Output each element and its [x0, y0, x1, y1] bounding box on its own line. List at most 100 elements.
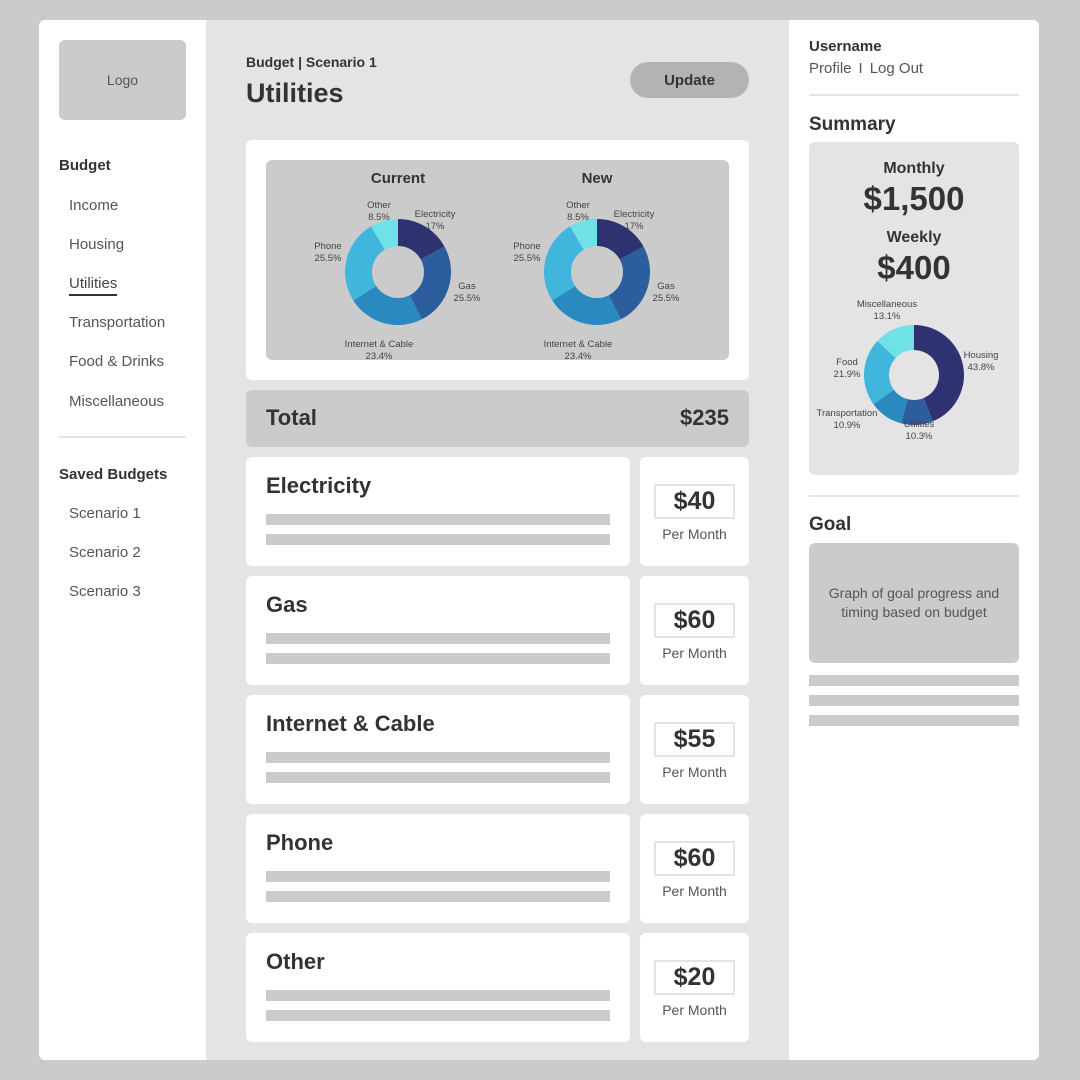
- amount-card: $60 Per Month: [640, 576, 749, 685]
- sidebar-item-scenario-2[interactable]: Scenario 2: [69, 544, 141, 561]
- amount-card: $60 Per Month: [640, 814, 749, 923]
- slice-value-transportation: 10.9%: [834, 420, 861, 431]
- sidebar-item-food-drinks[interactable]: Food & Drinks: [69, 353, 164, 370]
- placeholder-line: [266, 871, 610, 882]
- slice-label-food: Food: [836, 357, 858, 368]
- placeholder-line: [266, 772, 610, 783]
- sidebar-item-miscellaneous[interactable]: Miscellaneous: [69, 393, 164, 410]
- slice-label-transportation: Transportation: [817, 408, 878, 419]
- placeholder-line: [266, 653, 610, 664]
- expense-row-other: Other $20 Per Month: [246, 933, 749, 1042]
- expense-card[interactable]: Electricity: [246, 457, 630, 566]
- placeholder-line: [266, 990, 610, 1001]
- sidebar-item-income[interactable]: Income: [69, 197, 118, 214]
- slice-value-electricity: 17%: [425, 221, 445, 232]
- monthly-label: Monthly: [883, 160, 945, 177]
- comparison-chart-panel: Current Electricity 17% Gas 25.5% Internet & …: [266, 160, 729, 360]
- breadcrumb: Budget | Scenario 1: [246, 54, 377, 70]
- summary-title: Summary: [809, 114, 896, 135]
- slice-value-food: 21.9%: [834, 369, 861, 380]
- placeholder-line: [809, 695, 1019, 706]
- expense-name: Gas: [266, 592, 308, 617]
- sidebar-item-housing[interactable]: Housing: [69, 236, 124, 253]
- sidebar-item-scenario-3[interactable]: Scenario 3: [69, 583, 141, 600]
- slice-value-internet-cable: 23.4%: [565, 351, 592, 360]
- slice-label-internet-cable: Internet & Cable: [544, 339, 613, 350]
- placeholder-line: [266, 534, 610, 545]
- right-panel: Username Profile I Log Out Summary Monthly…: [789, 20, 1039, 1060]
- slice-value-electricity: 17%: [624, 221, 644, 232]
- app-frame: Logo Budget Income Housing Utilities Tra…: [39, 20, 1039, 1060]
- chart-title-current: Current: [371, 170, 425, 187]
- slice-label-internet-cable: Internet & Cable: [345, 339, 414, 350]
- amount-card: $20 Per Month: [640, 933, 749, 1042]
- slice-label-electricity: Electricity: [415, 209, 456, 220]
- summary-donut-chart: Housing43.8% Utilities10.3% Transportation…: [817, 299, 999, 442]
- total-label: Total: [266, 405, 317, 430]
- expense-name: Other: [266, 949, 325, 974]
- expense-card[interactable]: Gas: [246, 576, 630, 685]
- weekly-value: $400: [877, 249, 951, 286]
- slice-value-housing: 43.8%: [968, 362, 995, 373]
- sidebar-divider: [59, 436, 186, 438]
- slice-value-internet-cable: 23.4%: [366, 351, 393, 360]
- slice-value-gas: 25.5%: [454, 293, 481, 304]
- amount-input[interactable]: $40: [654, 484, 735, 519]
- main-content: Budget | Scenario 1 Utilities Update Cur…: [206, 20, 789, 1060]
- expense-card[interactable]: Internet & Cable: [246, 695, 630, 804]
- budget-heading: Budget: [59, 157, 111, 174]
- amount-card: $40 Per Month: [640, 457, 749, 566]
- amount-input[interactable]: $55: [654, 722, 735, 757]
- expense-card[interactable]: Other: [246, 933, 630, 1042]
- slice-value-other: 8.5%: [567, 212, 589, 223]
- goal-title: Goal: [809, 514, 852, 535]
- right-divider: [809, 495, 1019, 497]
- weekly-label: Weekly: [886, 229, 942, 246]
- slice-label-housing: Housing: [964, 350, 999, 361]
- sidebar-item-transportation[interactable]: Transportation: [69, 314, 165, 331]
- slice-value-utilities: 10.3%: [906, 431, 933, 442]
- logout-link[interactable]: Log Out: [870, 60, 923, 77]
- right-divider: [809, 94, 1019, 96]
- slice-value-phone: 25.5%: [315, 253, 342, 264]
- expense-name: Electricity: [266, 473, 372, 498]
- slice-value-miscellaneous: 13.1%: [874, 311, 901, 322]
- slice-value-gas: 25.5%: [653, 293, 680, 304]
- placeholder-line: [809, 675, 1019, 686]
- expense-name: Phone: [266, 830, 334, 855]
- monthly-value: $1,500: [863, 180, 965, 217]
- placeholder-line: [266, 514, 610, 525]
- chart-title-new: New: [582, 170, 613, 187]
- amount-input[interactable]: $60: [654, 603, 735, 638]
- amount-unit: Per Month: [662, 883, 727, 899]
- slice-label-gas: Gas: [458, 281, 476, 292]
- expense-card[interactable]: Phone: [246, 814, 630, 923]
- sidebar-item-scenario-1[interactable]: Scenario 1: [69, 505, 141, 522]
- amount-unit: Per Month: [662, 526, 727, 542]
- saved-budgets-heading: Saved Budgets: [59, 466, 168, 483]
- profile-link[interactable]: Profile: [809, 60, 852, 77]
- amount-unit: Per Month: [662, 1002, 727, 1018]
- placeholder-line: [809, 715, 1019, 726]
- expense-row-electricity: Electricity $40 Per Month: [246, 457, 749, 566]
- update-button[interactable]: Update: [630, 62, 749, 98]
- slice-label-utilities: Utilities: [904, 419, 935, 430]
- total-bar: Total $235: [246, 390, 749, 447]
- slice-label-miscellaneous: Miscellaneous: [857, 299, 917, 310]
- page-title: Utilities: [246, 78, 344, 108]
- username: Username: [809, 38, 882, 55]
- slice-label-electricity: Electricity: [614, 209, 655, 220]
- sidebar-item-utilities[interactable]: Utilities: [69, 275, 118, 296]
- expense-row-phone: Phone $60 Per Month: [246, 814, 749, 923]
- amount-input[interactable]: $20: [654, 960, 735, 995]
- expense-row-internet-cable: Internet & Cable $55 Per Month: [246, 695, 749, 804]
- goal-graph-placeholder: Graph of goal progress and timing based …: [809, 543, 1019, 663]
- amount-input[interactable]: $60: [654, 841, 735, 876]
- slice-label-phone: Phone: [314, 241, 341, 252]
- logo: Logo: [59, 40, 186, 120]
- user-links: Profile I Log Out: [809, 60, 923, 77]
- total-value: $235: [680, 405, 729, 430]
- amount-unit: Per Month: [662, 645, 727, 661]
- placeholder-line: [266, 1010, 610, 1021]
- placeholder-line: [266, 633, 610, 644]
